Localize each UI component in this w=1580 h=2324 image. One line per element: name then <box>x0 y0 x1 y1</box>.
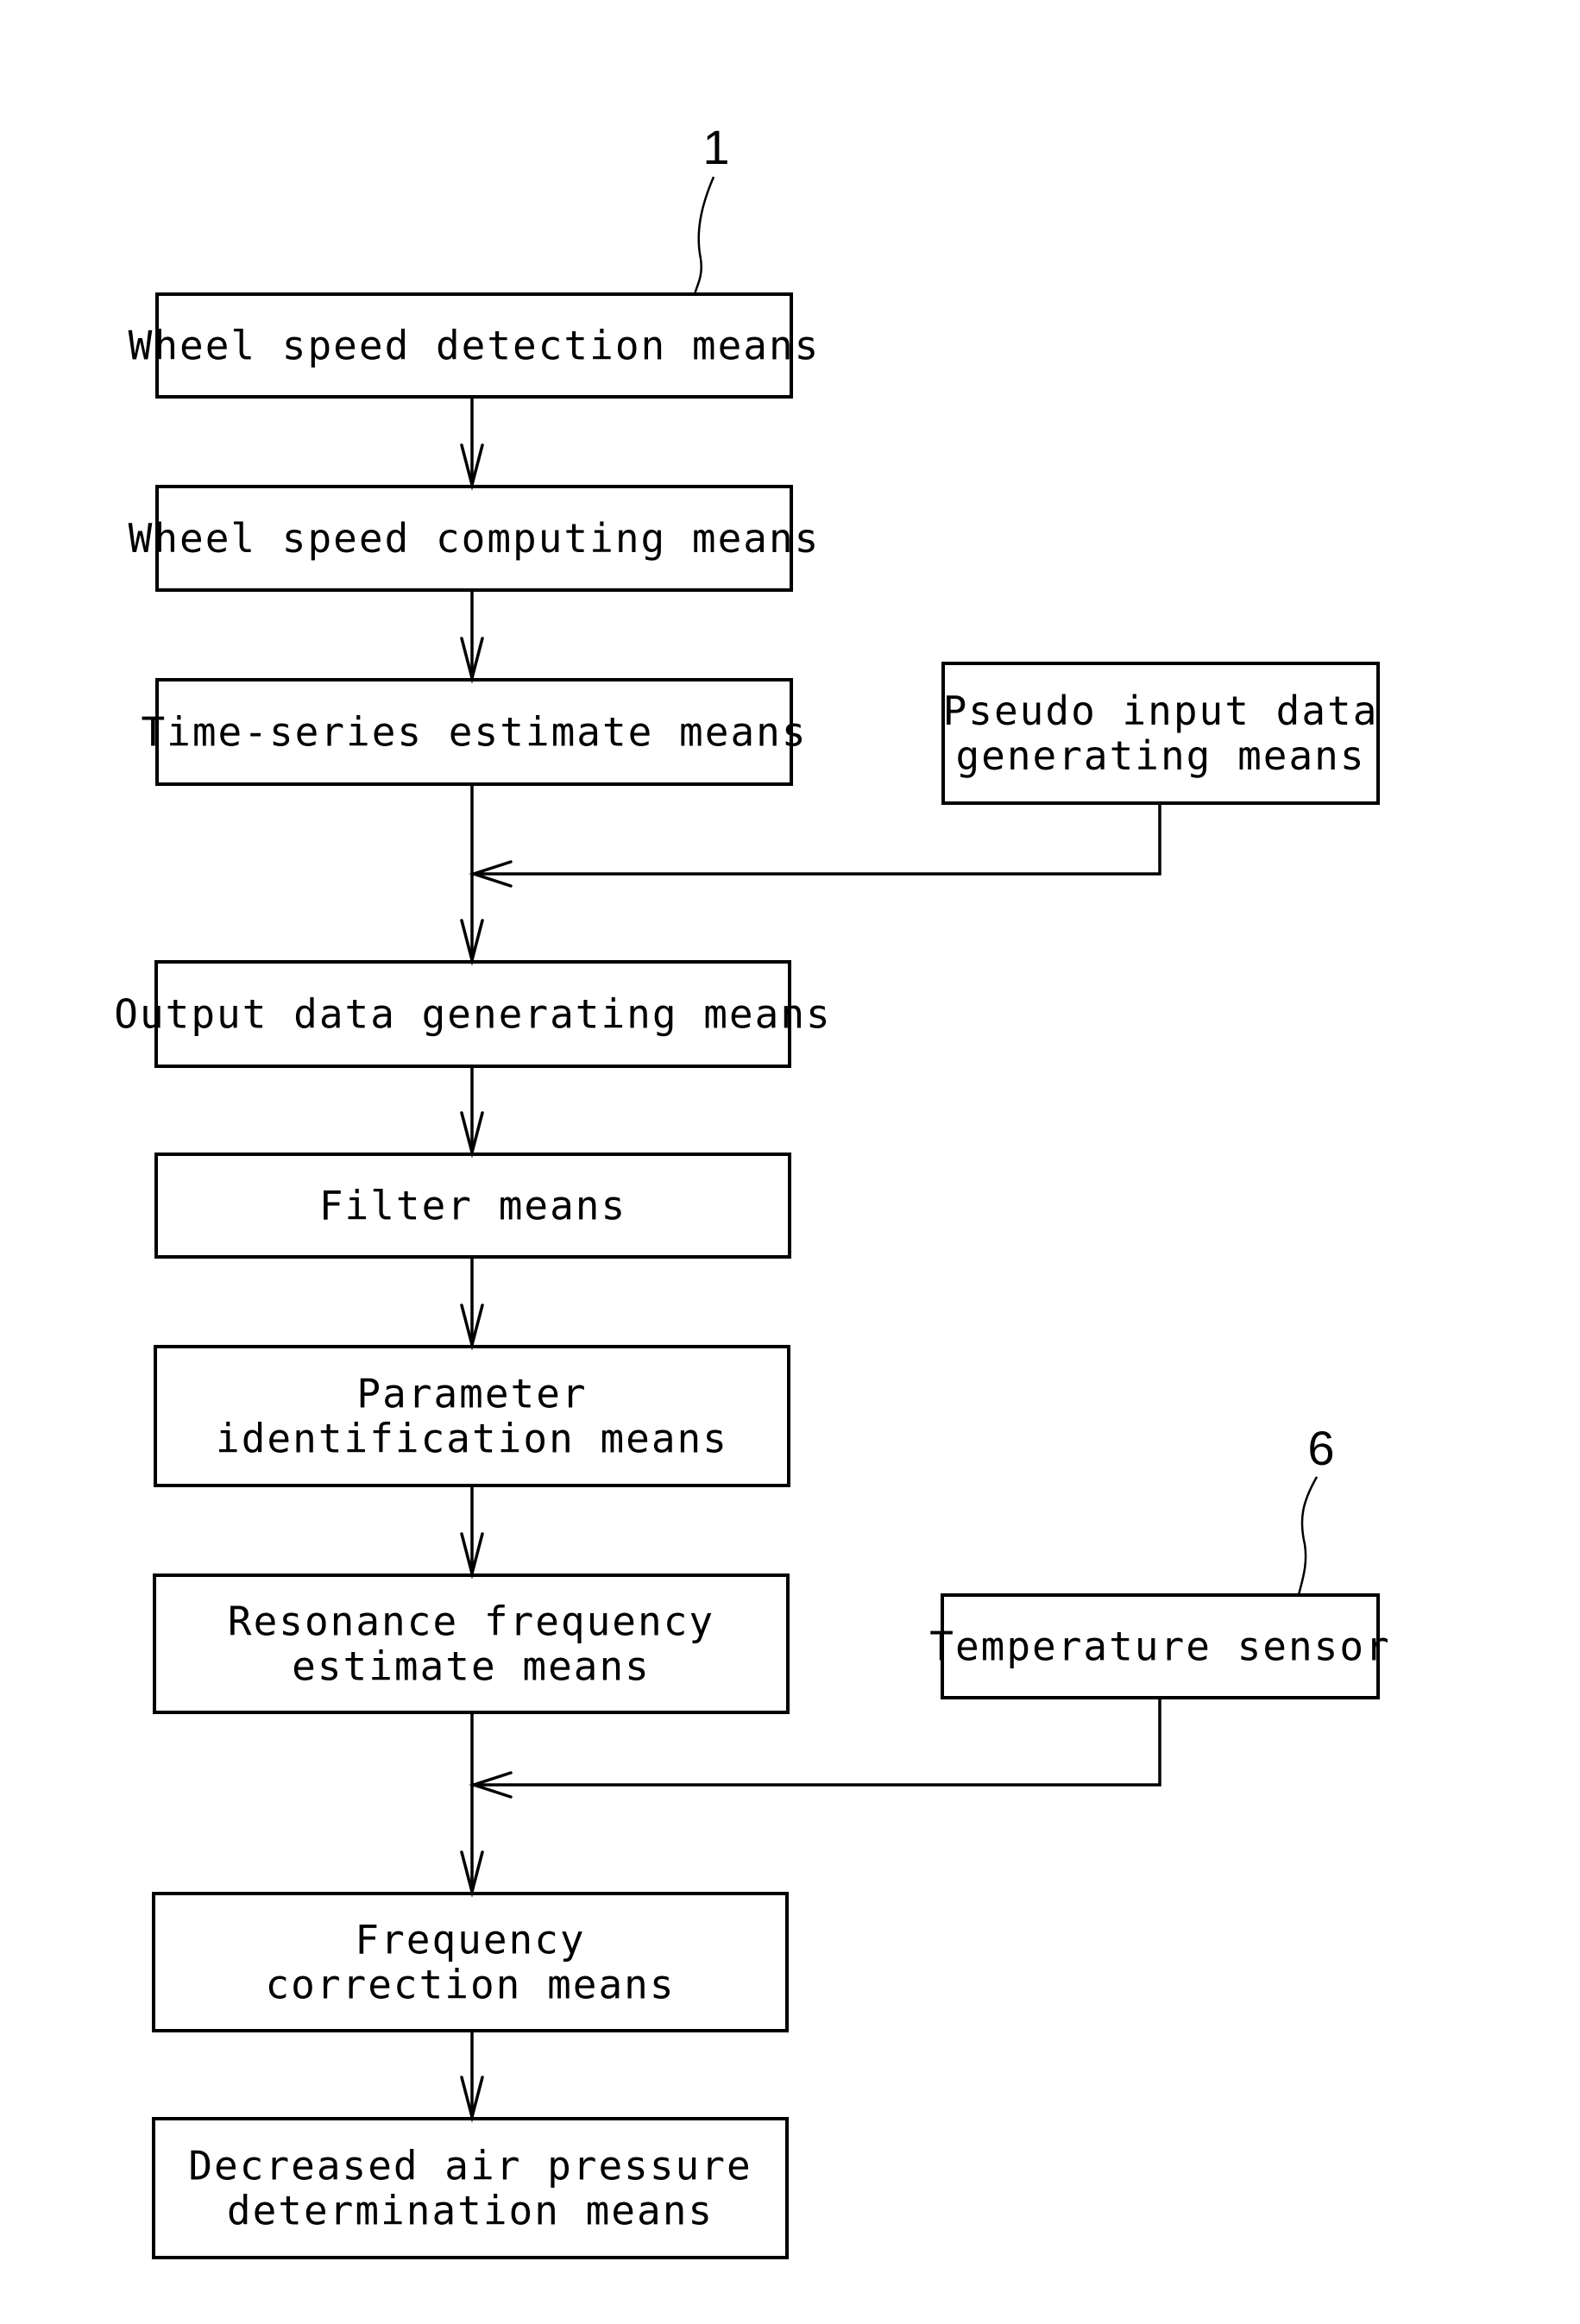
flow-arrow-down <box>460 1712 484 1898</box>
box-label-line: Wheel speed computing means <box>129 515 821 562</box>
reference-number-1: 1 <box>702 120 729 174</box>
box-label-line: identification means <box>216 1416 728 1462</box>
wheel-speed-detection-box: Wheel speed detection means <box>129 292 821 399</box>
filter-box: Filter means <box>154 1153 791 1259</box>
box-label-line: generating means <box>955 732 1365 779</box>
leader-line-6 <box>1297 1476 1319 1596</box>
box-label-line: determination means <box>227 2188 714 2234</box>
box-label-line: Temperature sensor <box>929 1624 1391 1670</box>
box-label-line: Pseudo input data <box>943 688 1379 734</box>
flow-arrow-down <box>460 2031 484 2123</box>
box-label-line: Frequency <box>355 1917 585 1963</box>
box-label-line: Output data generating means <box>114 991 831 1038</box>
box-label-line: correction means <box>265 1962 675 2008</box>
wheel-speed-computing-box: Wheel speed computing means <box>129 485 821 592</box>
box-label-line: Resonance frequency <box>228 1599 714 1645</box>
side-input-connector <box>469 803 1161 888</box>
box-label-line: Decreased air pressure <box>188 2143 752 2189</box>
reference-number-6: 6 <box>1307 1421 1334 1475</box>
box-label-line: Wheel speed detection means <box>129 323 821 369</box>
box-label-line: Time-series estimate means <box>141 709 807 756</box>
output-data-generating-box: Output data generating means <box>114 960 831 1068</box>
box-label-line: Filter means <box>319 1183 626 1229</box>
connector-line <box>472 803 1161 876</box>
parameter-identification-box: Parameteridentification means <box>154 1345 790 1487</box>
decreased-air-pressure-determination-box: Decreased air pressuredetermination mean… <box>152 2117 789 2259</box>
flow-arrow-down <box>460 397 484 491</box>
box-label-line: Parameter <box>356 1371 587 1417</box>
flowchart-diagram: 1 6 Wheel speed detection means Wheel spe… <box>114 120 1391 2259</box>
flow-arrow-down <box>460 1485 484 1580</box>
resonance-frequency-estimate-box: Resonance frequencyestimate means <box>153 1573 790 1714</box>
flow-arrow-down <box>460 1066 484 1159</box>
temperature-sensor-box: Temperature sensor <box>929 1593 1391 1699</box>
flow-arrow-down <box>460 1257 484 1351</box>
leader-line-1 <box>693 176 715 295</box>
flow-arrow-down <box>460 590 484 684</box>
time-series-estimate-box: Time-series estimate means <box>141 678 807 786</box>
pseudo-input-data-generating-box: Pseudo input datagenerating means <box>941 662 1380 805</box>
frequency-correction-box: Frequencycorrection means <box>152 1892 789 2032</box>
box-label-line: estimate means <box>292 1643 651 1690</box>
